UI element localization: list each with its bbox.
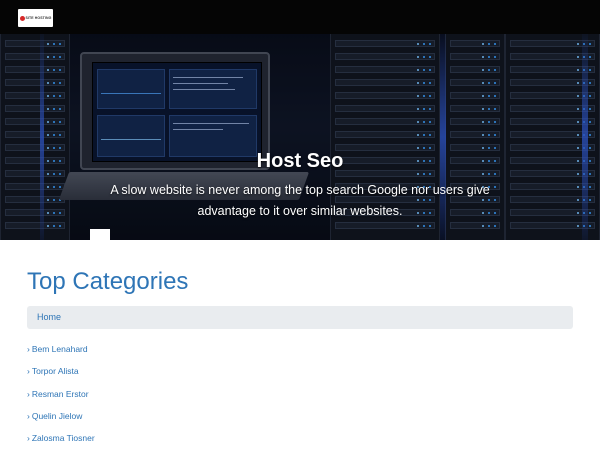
chevron-right-icon: › (27, 344, 30, 354)
breadcrumb-home-link[interactable]: Home (37, 312, 61, 322)
hero-banner: Host Seo A slow website is never among t… (0, 34, 600, 240)
category-item: › Zalosma Tiosner (27, 428, 95, 450)
category-item: › Torpor Alista (27, 361, 95, 383)
breadcrumb: Home (27, 306, 573, 329)
category-item: › Bem Lenahard (27, 339, 95, 361)
category-link[interactable]: Torpor Alista (32, 366, 79, 376)
category-item: › Resman Erstor (27, 384, 95, 406)
category-link[interactable]: Resman Erstor (32, 389, 89, 399)
chevron-right-icon: › (27, 410, 30, 421)
chevron-right-icon: › (27, 433, 30, 444)
category-item: › Quelin Jielow (27, 406, 95, 428)
category-link[interactable]: Quelin Jielow (32, 411, 83, 421)
logo-text: SITE HOSTING (25, 16, 52, 20)
hero-subtitle: A slow website is never among the top se… (110, 183, 490, 218)
chevron-right-icon: › (27, 366, 30, 377)
hero-title: Host Seo (256, 150, 344, 172)
hero-tab-marker (90, 229, 110, 240)
top-navbar: SITE HOSTING (0, 0, 600, 34)
logo-mark-icon (19, 15, 25, 21)
section-title: Top Categories (27, 268, 189, 295)
category-list: › Bem Lenahard › Torpor Alista › Resman Ers… (27, 339, 95, 450)
category-link[interactable]: Bem Lenahard (32, 344, 88, 354)
chevron-right-icon: › (27, 388, 30, 399)
category-link[interactable]: Zalosma Tiosner (32, 433, 95, 443)
site-logo[interactable]: SITE HOSTING (18, 9, 53, 27)
